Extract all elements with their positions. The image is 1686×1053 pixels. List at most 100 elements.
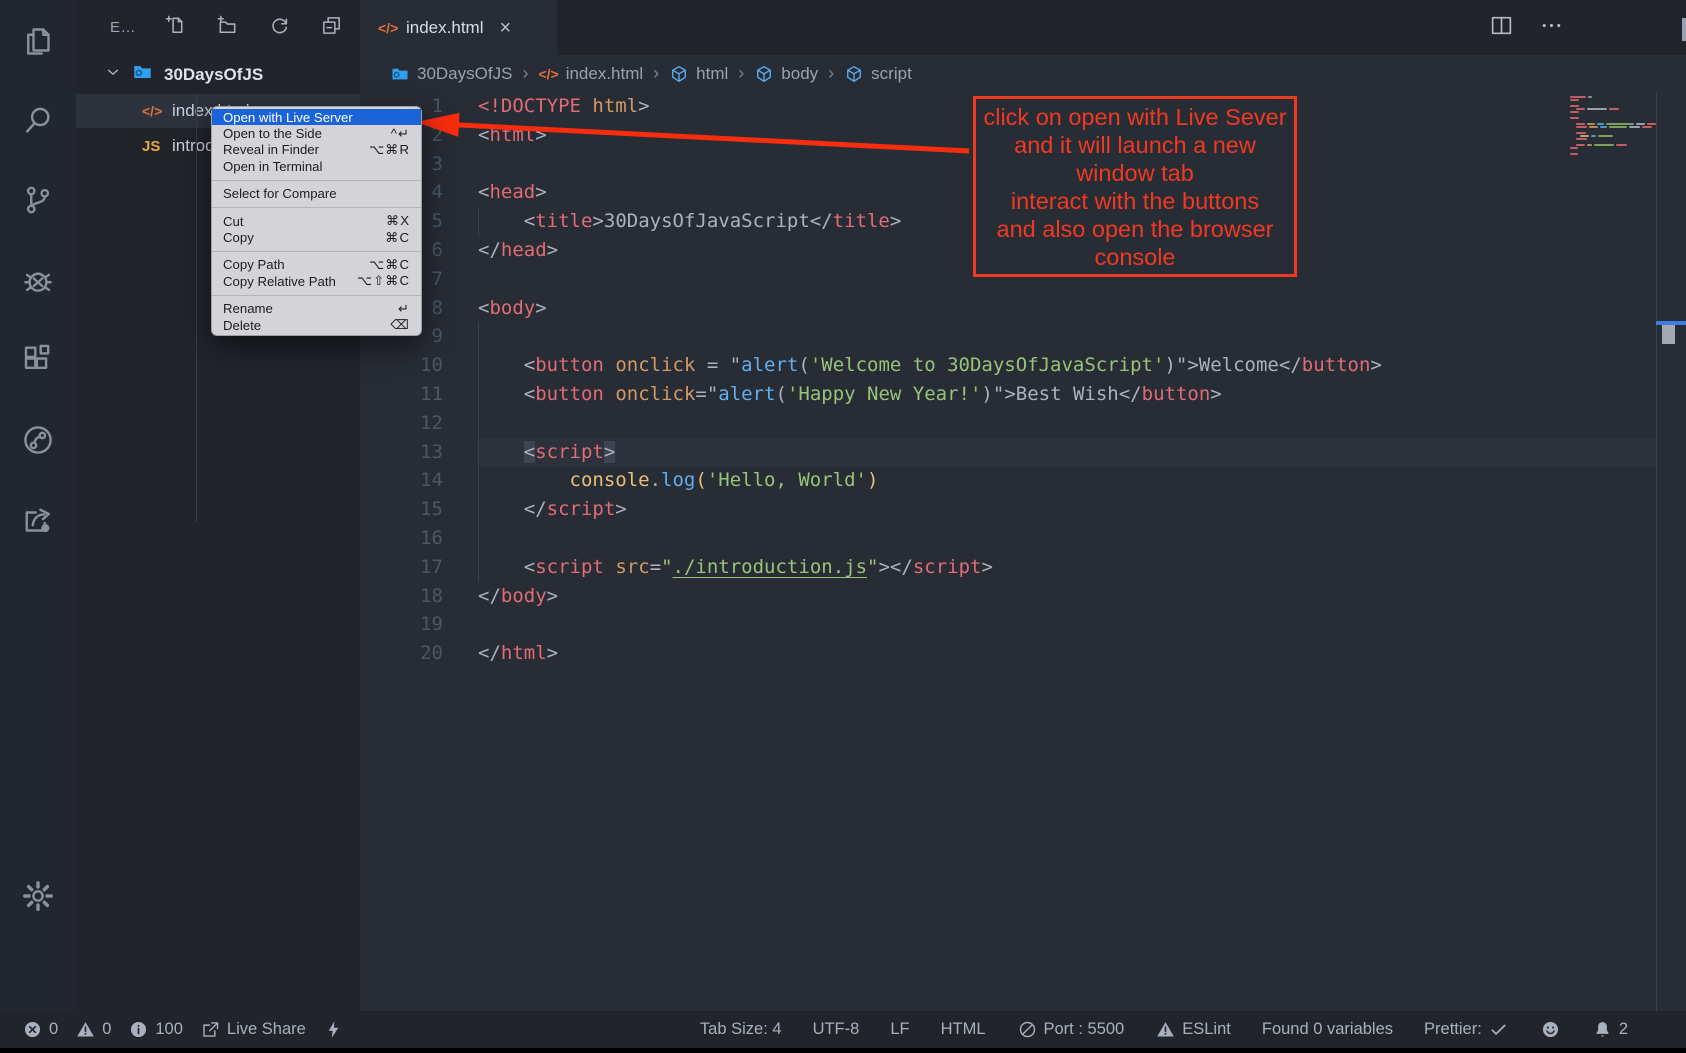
error-icon <box>22 1019 43 1040</box>
code-line-13[interactable]: 13 <script> <box>360 438 1686 467</box>
code-line-8[interactable]: 8<body> <box>360 294 1686 323</box>
extensions-icon <box>20 342 56 378</box>
code-line-10[interactable]: 10 <button onclick = "alert('Welcome to … <box>360 351 1686 380</box>
activity-bar-item[interactable] <box>0 240 76 320</box>
breadcrumb-label: index.html <box>566 64 643 84</box>
status-item-0[interactable]: 0 <box>22 1019 58 1040</box>
code-text: console.log('Hello, World') <box>478 466 878 495</box>
activity-bar-item[interactable] <box>0 160 76 240</box>
breadcrumb-item-30DaysOfJS[interactable]: 30DaysOfJS <box>390 64 512 84</box>
breadcrumb-item-index.html[interactable]: </> index.html <box>538 64 643 84</box>
sidebar-item-root-folder[interactable]: 30DaysOfJS <box>76 58 360 91</box>
symbol-cube-icon <box>844 64 864 84</box>
status-item-label: 100 <box>155 1020 183 1039</box>
annotation-text: and it will launch a new <box>976 131 1294 159</box>
activity-bar-item[interactable] <box>0 400 76 480</box>
menu-item-cut[interactable]: Cut⌘X <box>212 213 421 229</box>
code-line-14[interactable]: 14 console.log('Hello, World') <box>360 466 1686 495</box>
code-line-17[interactable]: 17 <script src="./introduction.js"></scr… <box>360 553 1686 582</box>
status-item-found-0-variables[interactable]: Found 0 variables <box>1262 1020 1393 1039</box>
split-editor-icon <box>1489 13 1514 38</box>
status-bar-right: Tab Size: 4 UTF-8 LF HTML Port : 5500 ESLint F… <box>700 1019 1628 1040</box>
status-item-lightning-icon[interactable] <box>323 1019 344 1040</box>
new-file-icon[interactable] <box>164 14 187 42</box>
menu-item-shortcut: ⌘C <box>385 230 410 246</box>
code-text: <script> <box>478 438 615 467</box>
line-number: 18 <box>388 582 443 611</box>
code-text: <button onclick = "alert('Welcome to 30D… <box>478 351 1382 380</box>
overview-ruler-divider <box>1656 92 1657 1011</box>
activity-bar-item[interactable] <box>0 480 76 560</box>
code-line-20[interactable]: 20</html> <box>360 639 1686 668</box>
menu-item-copy-path[interactable]: Copy Path⌥⌘C <box>212 257 421 273</box>
breadcrumb-item-html[interactable]: html <box>669 64 728 84</box>
status-item-smiley-icon[interactable] <box>1540 1019 1561 1040</box>
menu-item-copy-relative-path[interactable]: Copy Relative Path⌥⇧⌘C <box>212 273 421 289</box>
annotation-text: console <box>976 243 1294 271</box>
breadcrumb-item-script[interactable]: script <box>844 64 912 84</box>
line-number: 15 <box>388 495 443 524</box>
breadcrumb-item-body[interactable]: body <box>754 64 818 84</box>
status-item-label: 2 <box>1619 1020 1628 1039</box>
tab-index-html[interactable]: </> index.html × <box>360 0 557 55</box>
collapse-all-icon[interactable] <box>320 14 343 42</box>
scrollbar-thumb[interactable] <box>1662 325 1675 344</box>
code-line-11[interactable]: 11 <button onclick="alert('Happy New Yea… <box>360 380 1686 409</box>
new-folder-icon[interactable] <box>216 14 239 42</box>
code-line-16[interactable]: 16 <box>360 524 1686 553</box>
code-line-18[interactable]: 18 </body> <box>360 582 1686 611</box>
status-item-label: Live Share <box>227 1020 306 1039</box>
activity-bar-item[interactable] <box>0 0 76 80</box>
files-icon <box>20 22 56 58</box>
menu-item-copy[interactable]: Copy⌘C <box>212 229 421 245</box>
explorer-title: E… <box>110 19 136 36</box>
code-text: <title>30DaysOfJavaScript</title> <box>478 207 901 236</box>
status-item-0[interactable]: 0 <box>75 1019 111 1040</box>
status-item-label: Tab Size: 4 <box>700 1020 782 1039</box>
code-line-19[interactable]: 19 <box>360 610 1686 639</box>
status-item-lf[interactable]: LF <box>890 1020 909 1039</box>
activity-bar-item[interactable] <box>0 320 76 400</box>
indent-guide <box>478 409 479 438</box>
code-text: </body> <box>478 582 558 611</box>
code-line-15[interactable]: 15 </script> <box>360 495 1686 524</box>
status-item-tab-size-4[interactable]: Tab Size: 4 <box>700 1020 782 1039</box>
status-item-eslint[interactable]: ESLint <box>1155 1019 1231 1040</box>
status-item-port-5500[interactable]: Port : 5500 <box>1017 1019 1125 1040</box>
status-item-label: 0 <box>102 1020 111 1039</box>
close-icon[interactable]: × <box>499 18 511 38</box>
menu-item-rename[interactable]: Rename↵ <box>212 301 421 317</box>
status-item-100[interactable]: 100 <box>128 1019 183 1040</box>
status-item-2[interactable]: 2 <box>1592 1019 1628 1040</box>
menu-item-delete[interactable]: Delete⌫ <box>212 317 421 333</box>
minimap[interactable] <box>1570 96 1656 156</box>
bottom-strip <box>0 1048 1686 1053</box>
breadcrumb-separator: › <box>653 63 659 84</box>
menu-item-open-with-live-server[interactable]: Open with Live Server <box>212 109 421 125</box>
refresh-icon <box>268 14 291 37</box>
code-text: <!DOCTYPE html> <box>478 92 650 121</box>
status-item-utf-8[interactable]: UTF-8 <box>813 1020 860 1039</box>
split-editor-icon[interactable] <box>1489 13 1514 43</box>
port-icon <box>1017 1019 1038 1040</box>
status-item-label: HTML <box>941 1020 986 1039</box>
menu-item-reveal-in-finder[interactable]: Reveal in Finder⌥⌘R <box>212 142 421 158</box>
status-item-prettier-[interactable]: Prettier: <box>1424 1019 1509 1040</box>
code-line-9[interactable]: 9 <box>360 322 1686 351</box>
menu-item-select-for-compare[interactable]: Select for Compare <box>212 186 421 202</box>
breadcrumb-label: html <box>696 64 728 84</box>
more-actions-icon[interactable] <box>1539 13 1564 43</box>
code-text: </head> <box>478 236 558 265</box>
html-file-icon: </> <box>538 66 558 82</box>
code-line-12[interactable]: 12 <box>360 409 1686 438</box>
menu-item-open-in-terminal[interactable]: Open in Terminal <box>212 158 421 174</box>
code-text: <body> <box>478 294 547 323</box>
menu-item-open-to-the-side[interactable]: Open to the Side^↵ <box>212 125 421 141</box>
new-folder-icon <box>216 14 239 37</box>
refresh-icon[interactable] <box>268 14 291 42</box>
status-item-live-share[interactable]: Live Share <box>200 1019 306 1040</box>
status-item-html[interactable]: HTML <box>941 1020 986 1039</box>
html-file-icon: </> <box>378 20 406 36</box>
activity-bar-item[interactable] <box>0 80 76 160</box>
manage-button[interactable] <box>0 856 76 936</box>
